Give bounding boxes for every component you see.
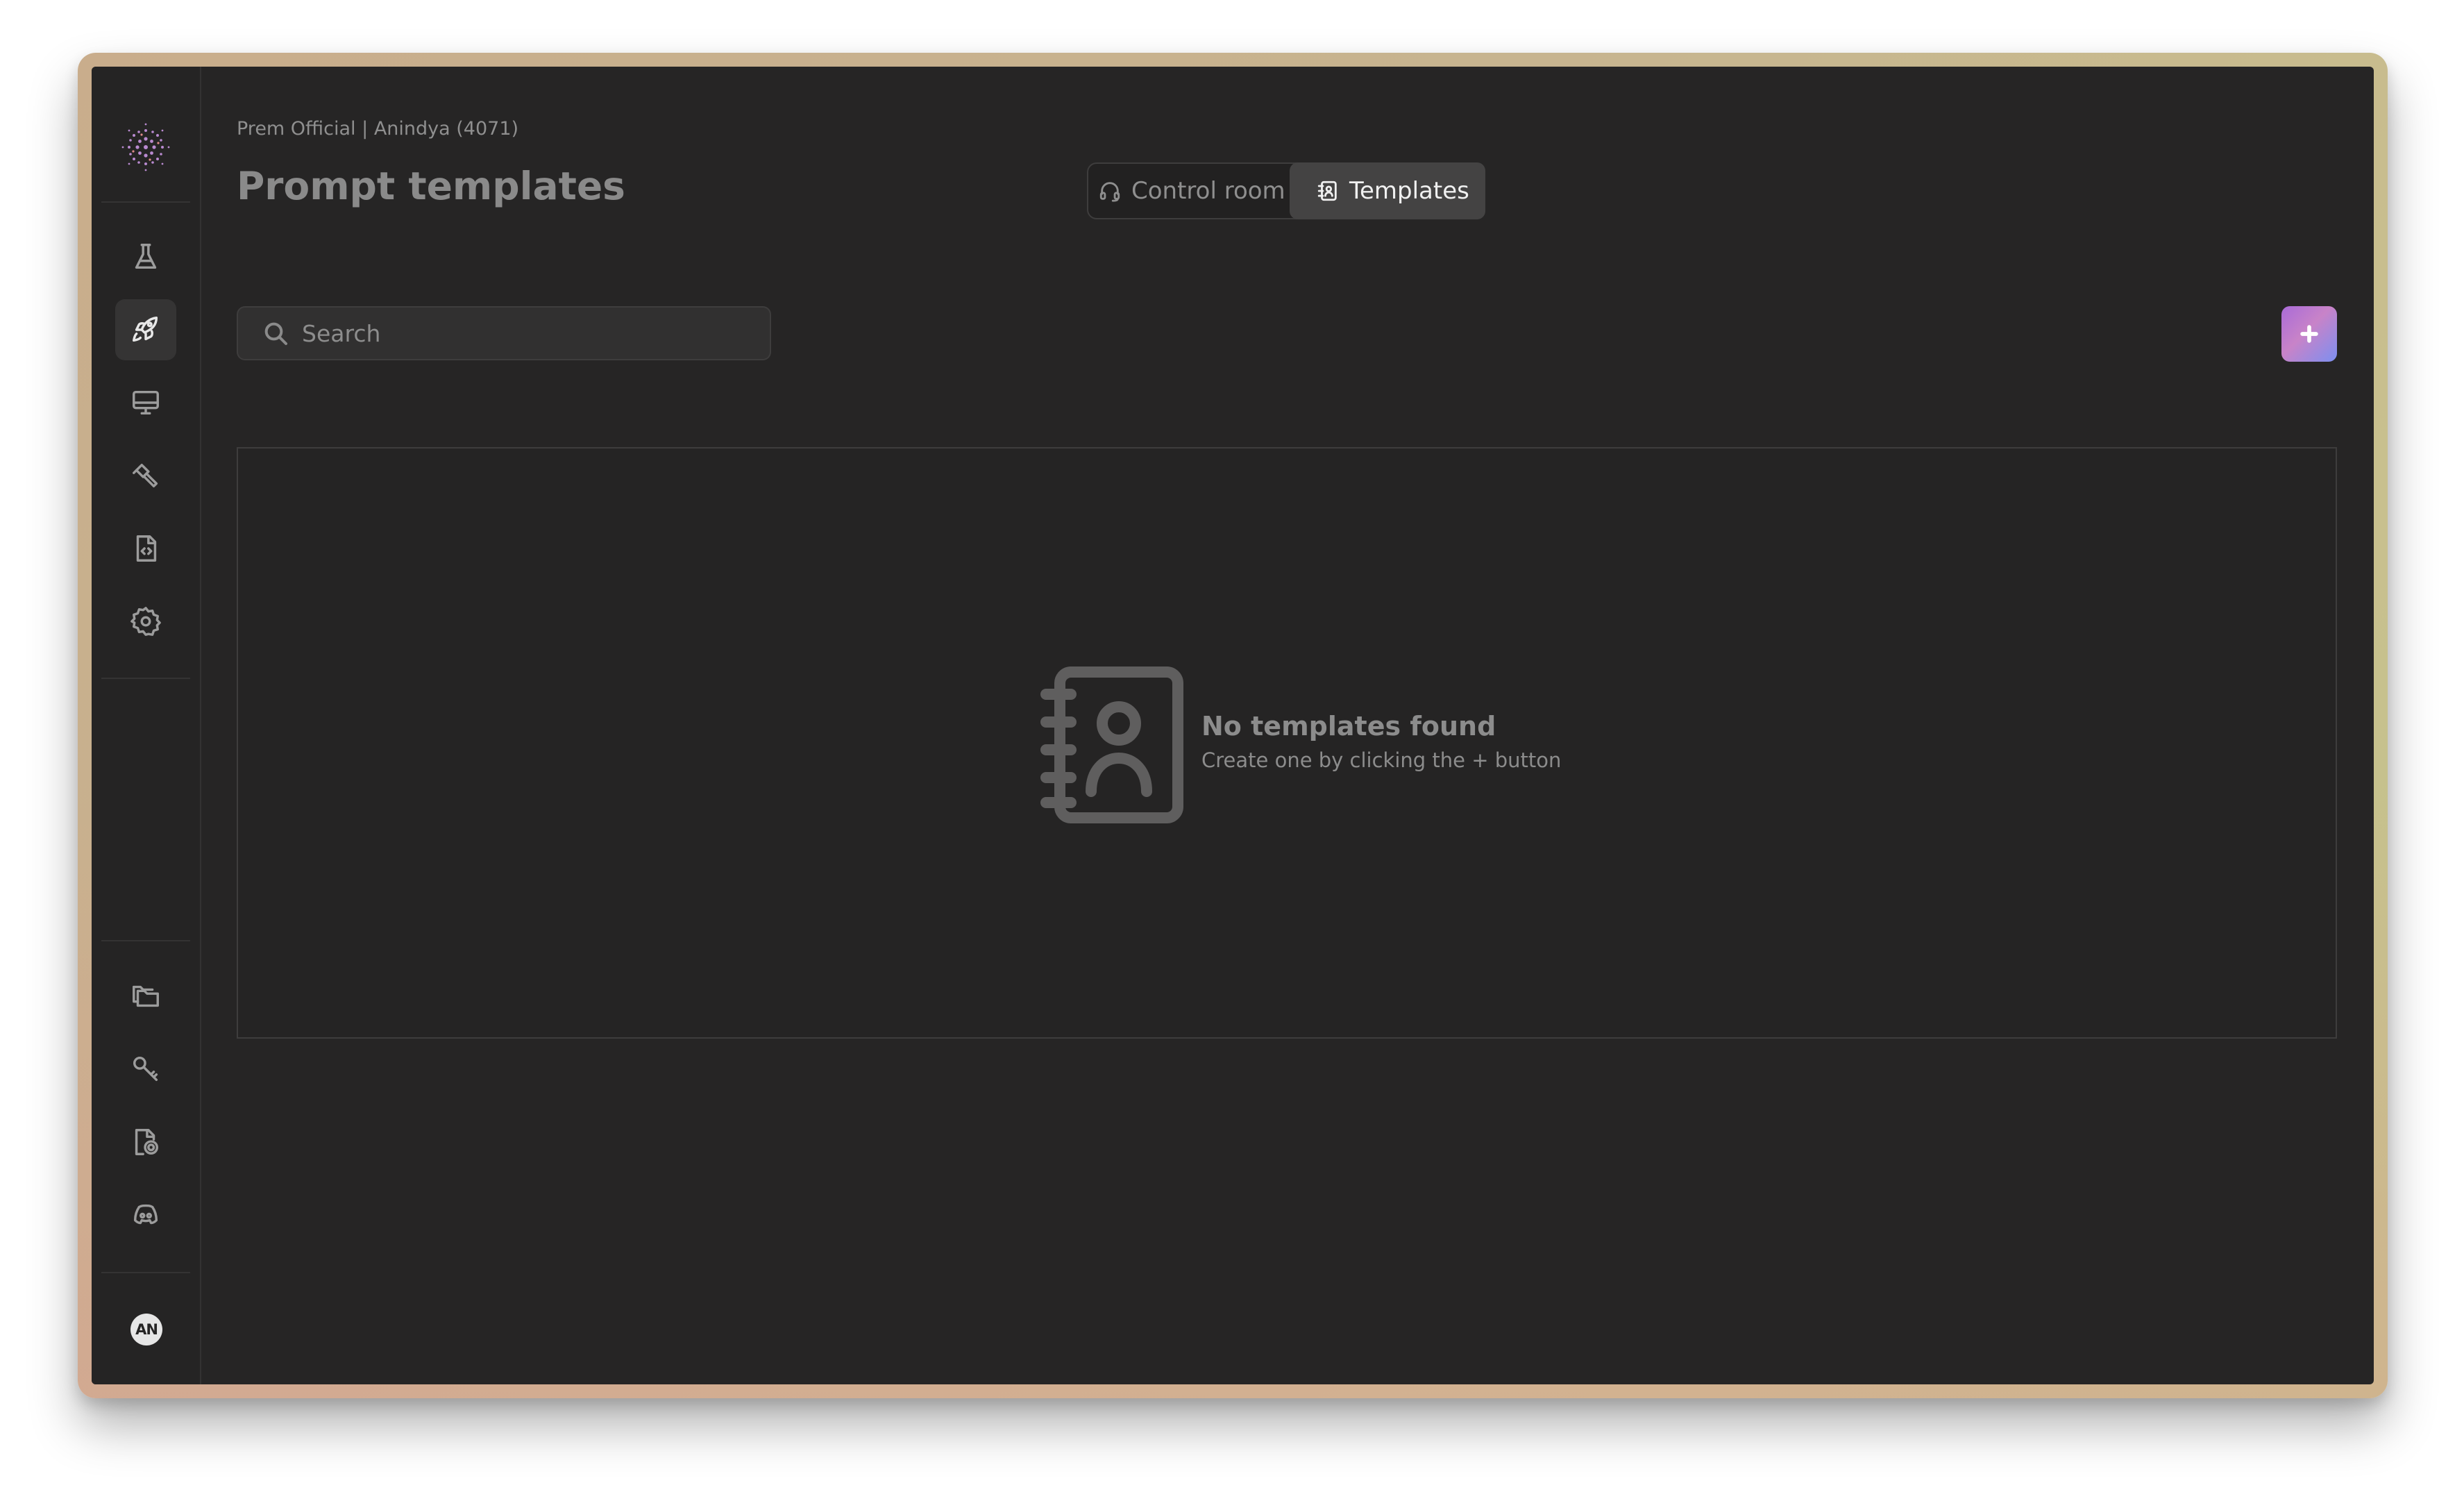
sidebar-item-discord[interactable] [115, 1184, 176, 1246]
page-title: Prompt templates [237, 164, 625, 208]
prem-logo[interactable] [119, 121, 172, 174]
tab-templates[interactable]: Templates [1290, 162, 1485, 219]
sidebar-item-lab[interactable] [115, 226, 176, 287]
app-window: AN Prem Official | Anindya (4071) Prompt… [92, 67, 2374, 1384]
sidebar-divider [101, 201, 190, 203]
add-template-button[interactable] [2281, 306, 2337, 362]
gear-icon [130, 607, 161, 636]
sidebar-item-code[interactable] [115, 518, 176, 579]
rocket-icon [133, 317, 158, 342]
tab-control-room[interactable]: Control room [1098, 164, 1285, 218]
sidebar-item-launchpad[interactable] [115, 299, 176, 360]
key-icon [133, 1056, 158, 1082]
folders-icon [133, 985, 159, 1007]
code-file-icon [136, 535, 157, 562]
sidebar-item-finetuning[interactable] [115, 445, 176, 506]
breadcrumb: Prem Official | Anindya (4071) [237, 118, 519, 140]
sidebar-divider [101, 940, 190, 941]
sidebar-divider [101, 1272, 190, 1273]
flask-icon [135, 244, 157, 269]
sidebar-divider [101, 678, 190, 679]
templates-panel [237, 447, 2337, 1039]
contact-book-icon [1317, 181, 1337, 201]
sidebar-item-api-keys[interactable] [115, 1039, 176, 1100]
view-switcher: Control room Templates [1087, 162, 1485, 219]
empty-state-subtitle: Create one by clicking the + button [1201, 748, 1562, 772]
contact-book-icon [1040, 666, 1183, 823]
sidebar-item-playground[interactable] [115, 372, 176, 433]
hammer-icon [133, 463, 158, 488]
plus-icon [2300, 325, 2318, 343]
search-input[interactable] [301, 319, 770, 348]
search-icon [264, 322, 287, 345]
sidebar-item-config[interactable] [115, 1112, 176, 1173]
headset-icon [1099, 182, 1120, 202]
tab-label: Templates [1349, 177, 1469, 205]
search-box [237, 306, 771, 360]
monitor-icon [133, 390, 159, 415]
sidebar-item-repositories[interactable] [115, 966, 176, 1027]
sidebar-item-settings[interactable] [115, 591, 176, 652]
sidebar: AN [92, 67, 201, 1384]
empty-state-title: No templates found [1201, 711, 1496, 741]
tab-label: Control room [1131, 177, 1285, 205]
file-settings-icon [135, 1129, 159, 1155]
avatar[interactable]: AN [130, 1314, 162, 1345]
discord-icon [133, 1204, 158, 1225]
